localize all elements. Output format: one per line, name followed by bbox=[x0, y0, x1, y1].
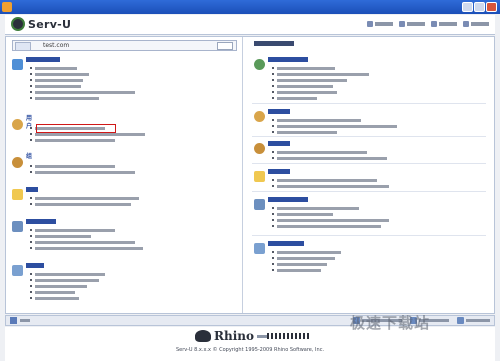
rhino-logo-icon bbox=[195, 330, 211, 342]
section-rows bbox=[30, 163, 135, 175]
server-panel-header bbox=[254, 41, 294, 46]
toplink-1[interactable] bbox=[367, 21, 393, 27]
link-label-bar bbox=[407, 22, 425, 26]
section-rows bbox=[30, 195, 139, 207]
copyright-text: Serv-U 8.x.x.x © Copyright 1995-2009 Rhi… bbox=[175, 347, 325, 353]
status-left bbox=[10, 317, 30, 324]
limits-icon bbox=[254, 199, 265, 210]
window-controls bbox=[462, 2, 497, 12]
highlight-box bbox=[36, 124, 116, 133]
toplink-4[interactable] bbox=[463, 21, 489, 27]
server-icon bbox=[254, 59, 265, 70]
status-icon bbox=[10, 317, 17, 324]
log-icon bbox=[254, 243, 265, 254]
link-icon bbox=[367, 21, 373, 27]
section-title[interactable] bbox=[26, 219, 56, 224]
section-title[interactable] bbox=[268, 57, 308, 62]
globe-icon bbox=[12, 59, 23, 70]
section-title[interactable] bbox=[268, 109, 290, 114]
toplink-2[interactable] bbox=[399, 21, 425, 27]
close-button[interactable] bbox=[486, 2, 497, 12]
top-links bbox=[367, 21, 489, 27]
section-rows bbox=[30, 227, 143, 251]
log-icon bbox=[12, 265, 23, 276]
server-panel bbox=[244, 37, 494, 313]
separator bbox=[252, 163, 486, 164]
link-label-bar bbox=[375, 22, 393, 26]
maximize-button[interactable] bbox=[474, 2, 485, 12]
serv-u-logo-icon bbox=[11, 17, 25, 31]
domain-panel: test.com 用户 组 bbox=[6, 37, 243, 313]
link-icon bbox=[431, 21, 437, 27]
user-icon bbox=[254, 111, 265, 122]
header: Serv-U bbox=[5, 15, 495, 35]
section-rows bbox=[272, 249, 341, 273]
app-icon bbox=[2, 2, 12, 12]
section-title[interactable] bbox=[268, 241, 304, 246]
minimize-button[interactable] bbox=[462, 2, 473, 12]
title-bar bbox=[0, 0, 500, 14]
rhino-logo: Rhino bbox=[195, 329, 269, 343]
section-title[interactable]: 组 bbox=[26, 153, 32, 161]
status-item-icon bbox=[457, 317, 464, 324]
link-icon bbox=[463, 21, 469, 27]
section-title[interactable] bbox=[26, 187, 38, 192]
decorative-stripes bbox=[267, 333, 309, 339]
section-title[interactable] bbox=[268, 169, 290, 174]
domain-bar: test.com bbox=[12, 40, 237, 51]
section-rows bbox=[272, 65, 369, 101]
link-label-bar bbox=[471, 22, 489, 26]
group-icon bbox=[254, 143, 265, 154]
section-rows bbox=[272, 205, 389, 229]
section-title[interactable] bbox=[268, 141, 290, 146]
link-icon bbox=[399, 21, 405, 27]
status-text-bar bbox=[20, 319, 30, 322]
group-icon bbox=[12, 157, 23, 168]
section-rows bbox=[272, 117, 397, 135]
folder-icon bbox=[254, 171, 265, 182]
status-item-3[interactable] bbox=[457, 317, 490, 324]
serv-u-window: Serv-U test.com 用户 组 Rhino Serv-U 8.x.x.… bbox=[0, 0, 500, 361]
section-title[interactable] bbox=[26, 57, 60, 62]
section-rows bbox=[30, 65, 135, 101]
main-content: test.com 用户 组 bbox=[5, 36, 495, 314]
status-item-bar bbox=[466, 319, 490, 322]
folder-icon bbox=[12, 189, 23, 200]
separator bbox=[252, 136, 486, 137]
section-rows bbox=[30, 271, 105, 301]
serv-u-logo: Serv-U bbox=[11, 17, 71, 31]
rhino-brand: Rhino bbox=[214, 329, 254, 343]
user-icon bbox=[12, 119, 23, 130]
separator bbox=[252, 235, 486, 236]
domain-label[interactable] bbox=[15, 42, 31, 51]
watermark: 极速下载站 bbox=[350, 314, 431, 332]
separator bbox=[252, 103, 486, 104]
brand-name: Serv-U bbox=[28, 17, 72, 31]
separator bbox=[252, 191, 486, 192]
section-rows bbox=[272, 177, 389, 189]
toplink-3[interactable] bbox=[431, 21, 457, 27]
domain-switch-button[interactable] bbox=[217, 42, 233, 50]
section-title[interactable] bbox=[268, 197, 308, 202]
section-rows bbox=[272, 149, 387, 161]
limits-icon bbox=[12, 221, 23, 232]
link-label-bar bbox=[439, 22, 457, 26]
section-title[interactable] bbox=[26, 263, 44, 268]
domain-value: test.com bbox=[43, 42, 70, 49]
